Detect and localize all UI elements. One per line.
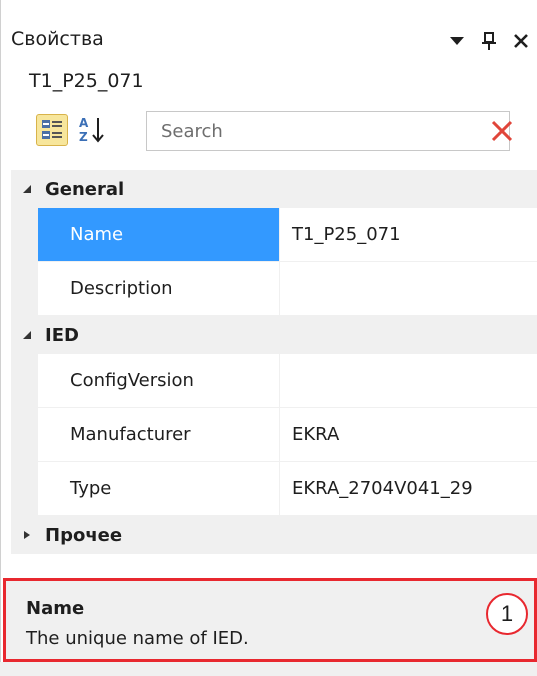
property-name[interactable]: Name [38,208,280,262]
property-row-type[interactable]: Type EKRA_2704V041_29 [11,462,537,516]
property-value[interactable] [280,354,537,408]
description-text: The unique name of IED. [26,628,249,649]
description-pane: Name The unique name of IED. [3,578,537,662]
category-ied[interactable]: IED [11,316,537,354]
property-value[interactable]: T1_P25_071 [280,208,537,262]
search-input[interactable] [159,112,493,150]
sort-alphabetical-icon: A Z [79,116,104,144]
panel-title: Свойства [11,28,104,50]
callout-badge: 1 [486,593,528,635]
pin-icon[interactable] [479,31,499,51]
property-row-manufacturer[interactable]: Manufacturer EKRA [11,408,537,462]
categorized-view-button[interactable] [36,114,68,146]
expanded-arrow-icon[interactable] [19,327,35,343]
bottom-strip [0,662,537,676]
category-other[interactable]: Прочее [11,516,537,554]
property-row-configversion[interactable]: ConfigVersion [11,354,537,408]
category-general[interactable]: General [11,170,537,208]
clear-search-icon [491,120,513,142]
category-label: IED [45,324,79,346]
property-grid: General Name T1_P25_071 Description IED … [11,170,537,554]
collapsed-arrow-icon[interactable] [19,527,35,543]
dropdown-arrow-icon[interactable] [447,31,467,51]
properties-panel: Свойства T1_P25_071 A Z Search General N… [0,0,537,676]
property-name[interactable]: Manufacturer [38,408,280,462]
property-row-name[interactable]: Name T1_P25_071 [11,208,537,262]
property-name[interactable]: ConfigVersion [38,354,280,408]
property-row-description[interactable]: Description [11,262,537,316]
property-name[interactable]: Type [38,462,280,516]
svg-text:Z: Z [79,130,88,144]
expanded-arrow-icon[interactable] [19,181,35,197]
alphabetical-sort-button[interactable]: A Z [76,114,108,146]
close-icon[interactable] [511,31,531,51]
search-field[interactable] [146,111,510,151]
header-controls [447,26,531,56]
properties-toolbar: A Z [36,111,526,151]
selected-object-name: T1_P25_071 [29,70,144,92]
clear-search-button[interactable] [488,117,516,145]
category-label: General [45,178,125,200]
svg-text:A: A [79,116,89,130]
panel-header: Свойства [11,26,531,56]
panel-border [0,0,1,676]
categorized-view-icon [42,120,62,139]
property-value[interactable]: EKRA [280,408,537,462]
property-value[interactable]: EKRA_2704V041_29 [280,462,537,516]
description-title: Name [26,598,85,619]
category-label: Прочее [45,524,123,546]
property-value[interactable] [280,262,537,316]
property-name[interactable]: Description [38,262,280,316]
